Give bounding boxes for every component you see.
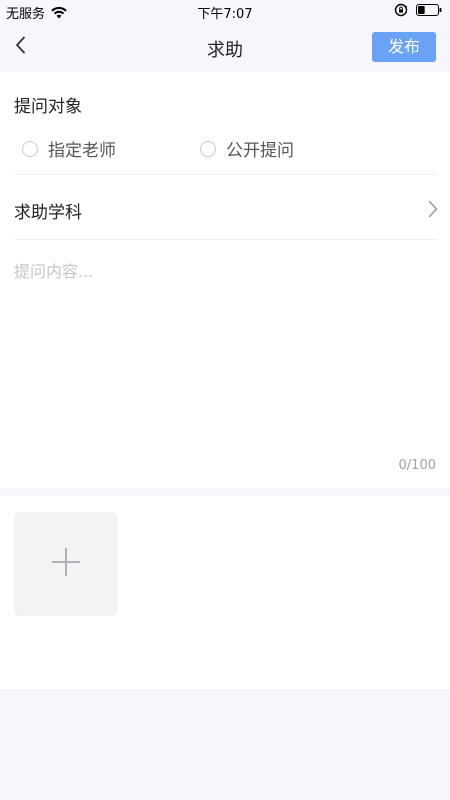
nav-bar: 求助 发布	[0, 22, 450, 72]
char-counter: 0/100	[398, 458, 436, 473]
status-right	[394, 3, 442, 17]
radio-circle-icon	[200, 140, 216, 157]
chevron-right-icon	[428, 200, 438, 222]
option-label: 指定老师	[48, 141, 116, 161]
screen: 无服务 下午7:07 求助 发布 提问对象 指定老师 公开提问 求助学科 提问内…	[0, 0, 450, 800]
option-public-question[interactable]: 公开提问	[200, 136, 294, 161]
plus-icon	[50, 546, 82, 582]
status-bar: 无服务 下午7:07	[0, 0, 450, 22]
divider	[14, 174, 436, 175]
option-designated-teacher[interactable]: 指定老师	[22, 136, 116, 161]
question-target-label: 提问对象	[14, 97, 82, 117]
option-label: 公开提问	[226, 141, 294, 161]
subject-selector[interactable]: 求助学科	[0, 176, 450, 240]
battery-icon	[416, 4, 442, 16]
radio-circle-icon	[22, 140, 38, 157]
image-upload-area	[0, 496, 450, 689]
divider	[14, 239, 436, 240]
subject-label: 求助学科	[14, 203, 82, 223]
question-form: 提问对象 指定老师 公开提问 求助学科 0/100	[0, 72, 450, 488]
add-image-button[interactable]	[14, 512, 118, 616]
rotation-lock-icon	[394, 3, 408, 17]
status-time: 下午7:07	[197, 7, 253, 22]
question-content-input[interactable]	[14, 258, 434, 448]
publish-button[interactable]: 发布	[372, 32, 436, 62]
